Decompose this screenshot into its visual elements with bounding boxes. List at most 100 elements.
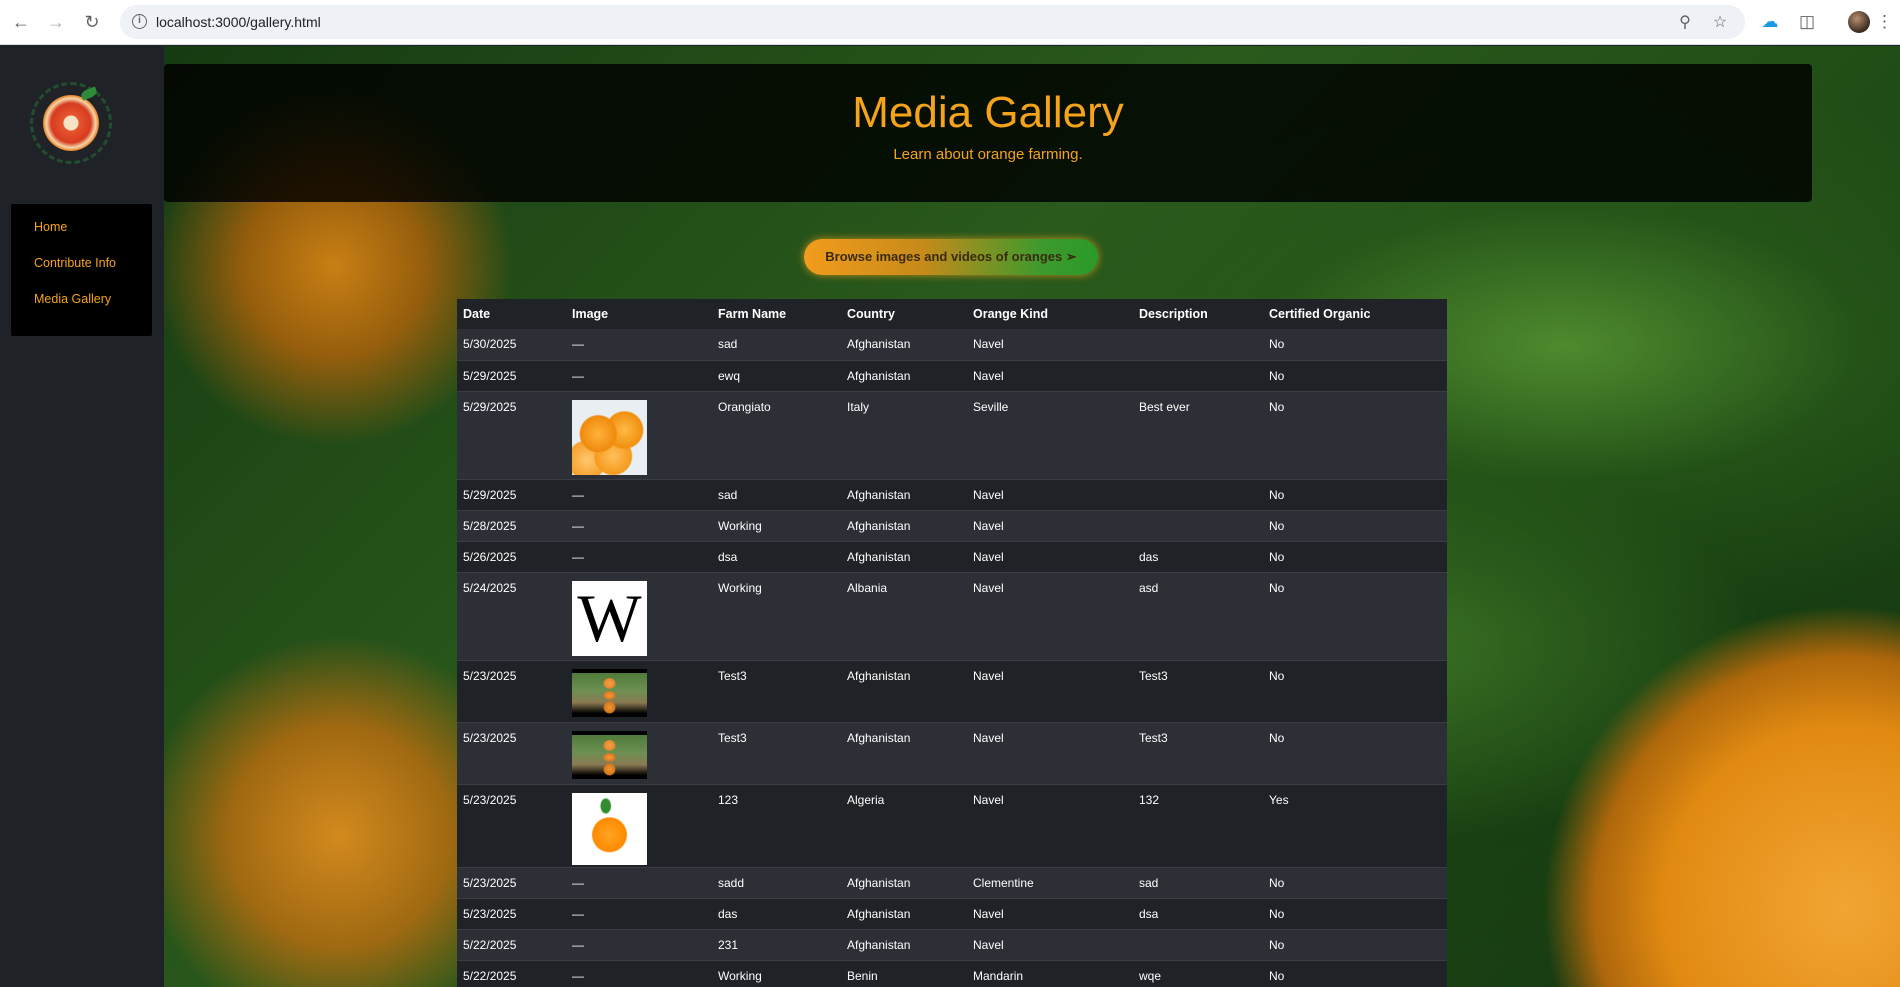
- organic-cell: No: [1263, 329, 1447, 361]
- video-thumbnail[interactable]: [572, 668, 647, 717]
- organic-cell: No: [1263, 898, 1447, 930]
- sidebar-menu: Home Contribute Info Media Gallery: [11, 204, 152, 336]
- table-row: 5/23/2025— das Afghanistan Navel dsa No: [457, 898, 1447, 930]
- reload-icon[interactable]: ↻: [80, 10, 104, 34]
- site-info-icon[interactable]: i: [132, 14, 147, 29]
- image-cell: [566, 391, 712, 480]
- table-row: 5/23/2025— sadd Afghanistan Clementine sad No: [457, 867, 1447, 899]
- farm-name-cell: Working: [712, 510, 841, 542]
- date-cell: 5/22/2025: [457, 929, 566, 961]
- farm-name-cell: sadd: [712, 867, 841, 899]
- country-cell: Afghanistan: [841, 867, 967, 899]
- organic-cell: No: [1263, 960, 1447, 987]
- description-cell: [1133, 360, 1263, 392]
- farm-name-cell: Working: [712, 572, 841, 661]
- country-cell: Afghanistan: [841, 660, 967, 723]
- organic-cell: No: [1263, 867, 1447, 899]
- description-cell: das: [1133, 541, 1263, 573]
- table-row: 5/23/2025 Test3 Afghanistan Navel Test3 No: [457, 660, 1447, 723]
- column-header-date: Date: [457, 299, 566, 329]
- address-bar[interactable]: i localhost:3000/gallery.html ⚲ ☆: [120, 5, 1745, 39]
- date-cell: 5/29/2025: [457, 360, 566, 392]
- organic-cell: No: [1263, 572, 1447, 661]
- farm-name-cell: sad: [712, 329, 841, 361]
- description-cell: sad: [1133, 867, 1263, 899]
- image-cell: —: [566, 510, 712, 542]
- browser-toolbar: ← → ↻ i localhost:3000/gallery.html ⚲ ☆ …: [0, 0, 1900, 45]
- farm-name-cell: dsa: [712, 541, 841, 573]
- image-cell: —: [566, 929, 712, 961]
- country-cell: Afghanistan: [841, 479, 967, 511]
- table-header-row: Date Image Farm Name Country Orange Kind…: [457, 299, 1447, 329]
- date-cell: 5/30/2025: [457, 329, 566, 361]
- sidebar-item-contribute-info[interactable]: Contribute Info: [11, 255, 152, 291]
- date-cell: 5/23/2025: [457, 867, 566, 899]
- table-row: 5/29/2025— ewq Afghanistan Navel No: [457, 360, 1447, 392]
- table-row: 5/29/2025— sad Afghanistan Navel No: [457, 479, 1447, 511]
- page-viewport: Home Contribute Info Media Gallery Media…: [0, 46, 1900, 987]
- forward-arrow-icon[interactable]: →: [44, 10, 68, 34]
- date-cell: 5/24/2025: [457, 572, 566, 661]
- column-header-orange-kind: Orange Kind: [967, 299, 1133, 329]
- table-row: 5/30/2025— sad Afghanistan Navel No: [457, 329, 1447, 361]
- extensions-puzzle-icon[interactable]: ◫: [1795, 10, 1819, 34]
- gallery-table-body: 5/30/2025— sad Afghanistan Navel No 5/29/2025…: [457, 329, 1447, 987]
- grapefruit-icon: [43, 95, 99, 151]
- orange-kind-cell: Navel: [967, 329, 1133, 361]
- image-cell: —: [566, 360, 712, 392]
- description-cell: Test3: [1133, 722, 1263, 785]
- table-row: 5/29/2025 Orangiato Italy Seville Best ever N…: [457, 391, 1447, 480]
- image-cell: [566, 784, 712, 868]
- organic-cell: No: [1263, 510, 1447, 542]
- orange-kind-cell: Seville: [967, 391, 1133, 480]
- country-cell: Algeria: [841, 784, 967, 868]
- description-cell: [1133, 929, 1263, 961]
- table-row: 5/26/2025— dsa Afghanistan Navel das No: [457, 541, 1447, 573]
- description-cell: Best ever: [1133, 391, 1263, 480]
- orange-kind-cell: Mandarin: [967, 960, 1133, 987]
- country-cell: Afghanistan: [841, 360, 967, 392]
- sidebar-item-media-gallery[interactable]: Media Gallery: [11, 291, 152, 327]
- country-cell: Afghanistan: [841, 510, 967, 542]
- orange-image-thumbnail[interactable]: [572, 792, 647, 865]
- country-cell: Afghanistan: [841, 722, 967, 785]
- cloud-extension-icon[interactable]: ☁: [1758, 10, 1782, 34]
- orange-kind-cell: Navel: [967, 360, 1133, 392]
- farm-name-cell: sad: [712, 479, 841, 511]
- farm-name-cell: Test3: [712, 722, 841, 785]
- orange-kind-cell: Navel: [967, 929, 1133, 961]
- bookmark-star-icon[interactable]: ☆: [1710, 13, 1730, 33]
- page-title: Media Gallery: [852, 88, 1124, 137]
- description-cell: dsa: [1133, 898, 1263, 930]
- url-text[interactable]: localhost:3000/gallery.html: [156, 14, 321, 30]
- date-cell: 5/23/2025: [457, 898, 566, 930]
- oranges-image-thumbnail[interactable]: [572, 399, 647, 475]
- column-header-farm-name: Farm Name: [712, 299, 841, 329]
- organic-cell: Yes: [1263, 784, 1447, 868]
- orange-kind-cell: Navel: [967, 510, 1133, 542]
- organic-cell: No: [1263, 541, 1447, 573]
- sidebar-item-home[interactable]: Home: [11, 219, 152, 255]
- profile-avatar[interactable]: [1848, 11, 1870, 33]
- orange-kind-cell: Clementine: [967, 867, 1133, 899]
- table-row: 5/28/2025— Working Afghanistan Navel No: [457, 510, 1447, 542]
- image-cell: [566, 660, 712, 723]
- country-cell: Afghanistan: [841, 541, 967, 573]
- organic-cell: No: [1263, 479, 1447, 511]
- menu-dots-icon[interactable]: ⋮: [1876, 10, 1893, 34]
- farm-name-cell: ewq: [712, 360, 841, 392]
- image-cell: —: [566, 898, 712, 930]
- zoom-icon[interactable]: ⚲: [1675, 13, 1695, 33]
- description-cell: 132: [1133, 784, 1263, 868]
- farm-name-cell: Working: [712, 960, 841, 987]
- orange-kind-cell: Navel: [967, 541, 1133, 573]
- orange-kind-cell: Navel: [967, 898, 1133, 930]
- date-cell: 5/23/2025: [457, 660, 566, 723]
- video-thumbnail[interactable]: [572, 730, 647, 779]
- page-header: Media Gallery Learn about orange farming…: [164, 64, 1812, 202]
- back-arrow-icon[interactable]: ←: [9, 10, 33, 34]
- browse-media-button[interactable]: Browse images and videos of oranges ➢: [804, 239, 1098, 275]
- farm-name-cell: das: [712, 898, 841, 930]
- date-cell: 5/26/2025: [457, 541, 566, 573]
- wikipedia-logo-thumbnail[interactable]: W: [572, 580, 647, 656]
